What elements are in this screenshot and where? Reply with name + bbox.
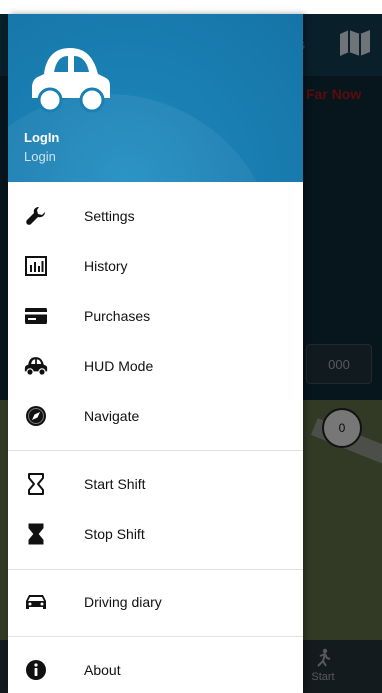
menu-item-stop-shift[interactable]: Stop Shift: [8, 509, 303, 559]
wrench-icon: [24, 204, 48, 228]
car-icon: [24, 354, 48, 378]
menu-divider: [8, 450, 303, 451]
menu-item-label: Navigate: [84, 408, 140, 424]
menu-item-label: About: [84, 662, 121, 678]
menu-item-label: Driving diary: [84, 594, 162, 610]
menu-item-label: Settings: [84, 208, 135, 224]
compass-icon: [24, 404, 48, 428]
menu-item-label: Purchases: [84, 308, 151, 324]
menu-item-driving-diary[interactable]: Driving diary: [8, 577, 303, 627]
menu-divider: [8, 636, 303, 637]
menu-item-navigate[interactable]: Navigate: [8, 391, 303, 441]
menu-item-label: HUD Mode: [84, 358, 154, 374]
menu-item-label: History: [84, 258, 128, 274]
menu-item-purchases[interactable]: Purchases: [8, 291, 303, 341]
menu-item-settings[interactable]: Settings: [8, 191, 303, 241]
menu-item-start-shift[interactable]: Start Shift: [8, 459, 303, 509]
bar-chart-icon: [24, 254, 48, 278]
info-icon: [24, 658, 48, 682]
status-bar: [0, 0, 382, 14]
menu-item-hud-mode[interactable]: HUD Mode: [8, 341, 303, 391]
car-front-icon: [24, 590, 48, 614]
menu-item-about[interactable]: About: [8, 645, 303, 693]
account-subtitle: Login: [24, 149, 56, 164]
hourglass-full-icon: [24, 522, 48, 546]
menu-item-history[interactable]: History: [8, 241, 303, 291]
menu-item-label: Start Shift: [84, 476, 146, 492]
menu-divider: [8, 569, 303, 570]
account-name: LogIn: [24, 130, 60, 145]
navigation-drawer: LogIn Login Settings History Purchases H…: [8, 14, 303, 693]
menu-item-label: Stop Shift: [84, 526, 145, 542]
credit-card-icon: [24, 304, 48, 328]
drawer-header[interactable]: LogIn Login: [8, 14, 303, 182]
car-logo-icon: [32, 48, 110, 113]
hourglass-empty-icon: [24, 472, 48, 496]
